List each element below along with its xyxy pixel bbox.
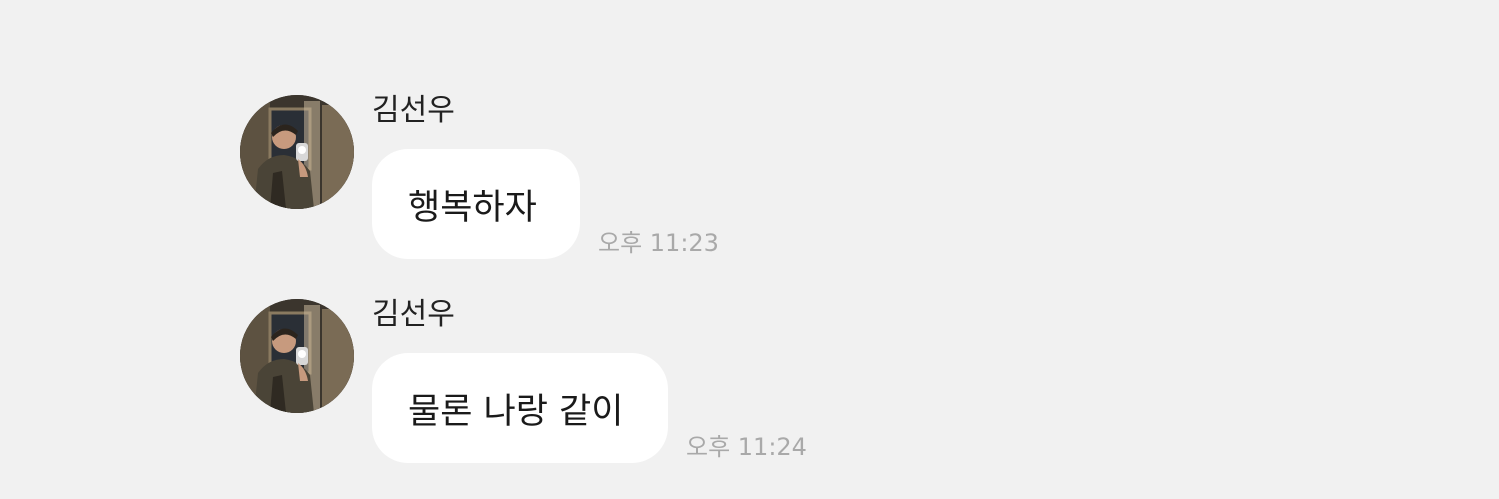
message-text: 물론 나랑 같이 — [408, 391, 624, 432]
avatar[interactable] — [240, 299, 354, 413]
sender-name: 김선우 — [372, 297, 455, 332]
avatar[interactable] — [240, 95, 354, 209]
profile-photo-icon — [240, 299, 354, 413]
sender-name: 김선우 — [372, 93, 455, 128]
message-timestamp: 오후 11:24 — [686, 433, 807, 461]
chat-log: 김선우 행복하자 오후 11:23 김선우 물론 나랑 같이 오후 11:24 — [0, 0, 1499, 499]
message-timestamp: 오후 11:23 — [598, 229, 719, 257]
message-text: 행복하자 — [408, 187, 537, 228]
message-bubble[interactable]: 행복하자 — [372, 149, 580, 259]
profile-photo-icon — [240, 95, 354, 209]
message-bubble[interactable]: 물론 나랑 같이 — [372, 353, 668, 463]
